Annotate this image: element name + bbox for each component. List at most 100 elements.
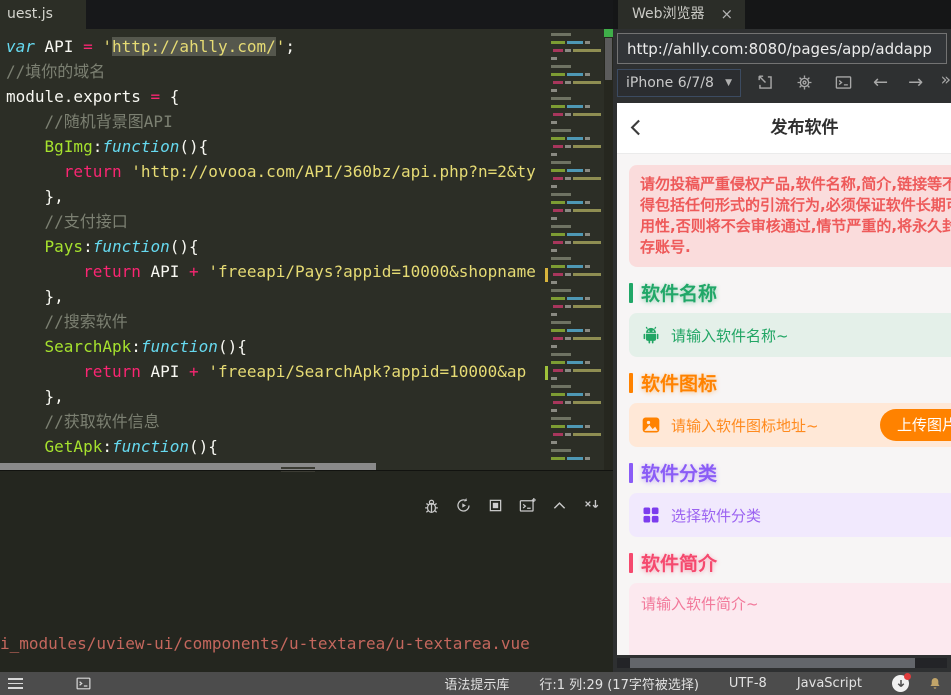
console-panel: i_modules/uview-ui/components/u-textarea… <box>0 470 613 672</box>
back-chevron-icon[interactable] <box>626 117 647 138</box>
upload-image-button[interactable]: 上传图片 <box>879 409 951 441</box>
minimap-row <box>545 297 604 300</box>
app-icon-input[interactable]: 请输入软件图标地址~ 上传图片 <box>629 403 951 447</box>
device-selector[interactable]: iPhone 6/7/8 ▼ <box>617 68 741 97</box>
url-bar <box>617 33 947 64</box>
input-placeholder: 请输入软件名称~ <box>671 326 789 345</box>
console-line: i_modules/uview-ui/components/u-textarea… <box>0 634 530 653</box>
app-intro-textarea[interactable]: 请输入软件简介~ <box>629 583 951 655</box>
code-line: return API + 'freeapi/Pays?appid=10000&s… <box>83 262 536 281</box>
section-bar <box>629 372 633 393</box>
back-arrow-icon[interactable]: ← <box>873 73 888 92</box>
url-input[interactable] <box>617 33 947 64</box>
forward-arrow-icon[interactable]: → <box>908 73 923 92</box>
minimap-row <box>545 57 604 60</box>
minimap-row <box>545 369 604 372</box>
app-name-input[interactable]: 请输入软件名称~ <box>629 313 951 357</box>
tab-label: uest.js <box>7 6 53 22</box>
minimap-row <box>545 73 604 76</box>
scrollbar-thumb[interactable] <box>0 463 376 470</box>
minimap-row <box>545 393 604 396</box>
code-line: }, <box>6 187 64 206</box>
minimap-row <box>545 113 604 116</box>
gear-icon[interactable] <box>795 73 814 92</box>
code-line: }, <box>6 387 64 406</box>
minimap-row <box>545 353 604 356</box>
editor-horizontal-scrollbar[interactable] <box>0 463 545 470</box>
section-label-app-name: 软件名称 <box>629 279 951 306</box>
code-line: //支付接口 <box>44 212 128 231</box>
warning-notice: 请勿投稿严重侵权产品,软件名称,简介,链接等不得包括任何形式的引流行为,必须保证… <box>629 165 951 267</box>
more-tools-icon[interactable]: » <box>941 70 951 90</box>
minimap[interactable] <box>545 29 604 470</box>
section-title: 软件简介 <box>641 553 718 575</box>
clear-console-icon[interactable] <box>582 496 601 515</box>
tab-request-js[interactable]: uest.js <box>0 0 86 29</box>
minimap-row <box>545 281 604 284</box>
minimap-row <box>545 89 604 92</box>
page-body: 请勿投稿严重侵权产品,软件名称,简介,链接等不得包括任何形式的引流行为,必须保证… <box>617 154 951 655</box>
stop-icon[interactable] <box>486 496 505 515</box>
encoding-status[interactable]: UTF-8 <box>729 676 767 691</box>
code-line: //获取软件信息 <box>44 412 160 431</box>
debug-icon[interactable] <box>422 496 441 515</box>
minimap-row <box>545 81 604 84</box>
minimap-row <box>545 145 604 148</box>
minimap-row <box>545 209 604 212</box>
hbuilderx-window: uest.js var API = 'http://ahlly.com/'; //… <box>0 0 951 695</box>
select-placeholder: 选择软件分类 <box>671 506 762 525</box>
scrollbar-thumb[interactable] <box>630 658 915 668</box>
minimap-row <box>545 449 604 452</box>
console-toolbar <box>422 496 601 515</box>
terminal-icon[interactable] <box>75 675 92 692</box>
menu-icon[interactable] <box>8 678 23 689</box>
collapse-panel-icon[interactable] <box>550 496 569 515</box>
device-label: iPhone 6/7/8 <box>626 74 714 91</box>
code-editor[interactable]: var API = 'http://ahlly.com/'; //填你的域名 mod… <box>0 29 545 470</box>
code-line: SearchApk:function(){ <box>44 337 247 356</box>
code-line: //搜索软件 <box>44 312 128 331</box>
minimap-row <box>545 49 604 52</box>
minimap-row <box>545 185 604 188</box>
minimap-row <box>545 97 604 100</box>
minimap-row <box>545 177 604 180</box>
code-line: BgImg:function(){ <box>44 137 209 156</box>
code-line: var API = 'http://ahlly.com/'; <box>6 37 296 56</box>
open-in-browser-icon[interactable] <box>756 73 775 92</box>
app-category-select[interactable]: 选择软件分类 <box>629 493 951 537</box>
update-icon[interactable] <box>892 673 911 692</box>
terminal-icon[interactable] <box>834 73 853 92</box>
language-status[interactable]: JavaScript <box>797 676 862 691</box>
scrollbar-thumb[interactable] <box>605 38 612 80</box>
editor-vertical-scrollbar[interactable] <box>604 29 613 470</box>
minimap-row <box>545 169 604 172</box>
cursor-position-status[interactable]: 行:1 列:29 (17字符被选择) <box>539 674 699 693</box>
minimap-row <box>545 129 604 132</box>
minimap-row <box>545 273 604 276</box>
section-title: 软件名称 <box>641 283 718 305</box>
code-line: GetApk:function(){ <box>44 437 218 456</box>
minimap-row <box>545 137 604 140</box>
new-terminal-icon[interactable] <box>518 496 537 515</box>
tab-web-browser[interactable]: Web浏览器 × <box>618 0 746 29</box>
editor-tab-strip: uest.js <box>0 0 613 29</box>
minimap-row <box>545 249 604 252</box>
preview-horizontal-scrollbar[interactable] <box>617 658 947 668</box>
code-line: module.exports = { <box>6 87 180 106</box>
minimap-row <box>545 385 604 388</box>
syntax-lib-status[interactable]: 语法提示库 <box>444 674 509 693</box>
page-title: 发布软件 <box>770 118 839 138</box>
bell-icon[interactable] <box>927 676 943 692</box>
minimap-row <box>545 201 604 204</box>
splitter-handle[interactable] <box>281 465 315 474</box>
minimap-row <box>545 321 604 324</box>
minimap-row <box>545 121 604 124</box>
close-icon[interactable]: × <box>721 0 734 29</box>
section-title: 软件图标 <box>641 373 718 395</box>
modified-indicator <box>604 29 613 37</box>
minimap-row <box>545 433 604 436</box>
code-line: return API + 'freeapi/SearchApk?appid=10… <box>83 362 527 381</box>
tab-label: Web浏览器 <box>632 6 705 22</box>
restart-icon[interactable] <box>454 496 473 515</box>
minimap-row <box>545 257 604 260</box>
